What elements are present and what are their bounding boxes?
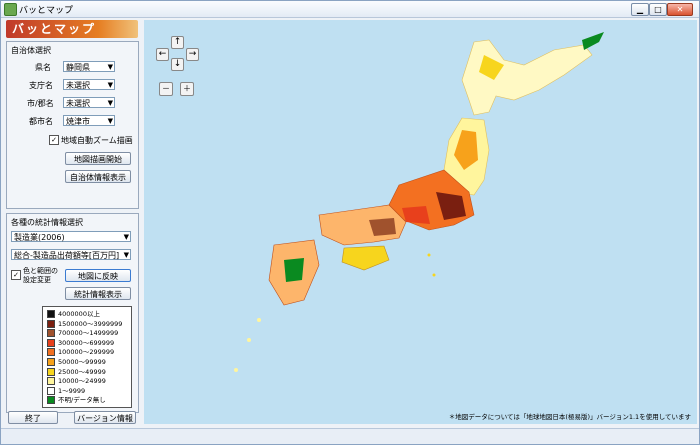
legend-swatch xyxy=(47,377,55,386)
title-bar: バッとマップ ▁ □ ✕ xyxy=(1,1,699,18)
legend-item: 50000～99999 xyxy=(47,358,106,367)
branch-value: 未選択 xyxy=(66,81,90,90)
legend-swatch xyxy=(47,338,55,347)
draw-map-button[interactable]: 地図描画開始 xyxy=(65,152,131,165)
region-shikoku xyxy=(341,245,390,271)
control-panel: バッとマップ 自治体選択 県名 静岡県 ▼ 支庁名 未選択 ▼ 市/郡名 未選択 ▼ … xyxy=(4,20,141,424)
town-label: 都市名 xyxy=(29,117,53,126)
legend-label: 25000～49999 xyxy=(58,367,106,376)
legend-label: 1500000～3999999 xyxy=(58,319,123,328)
city-value: 未選択 xyxy=(66,99,90,108)
legend-item: 10000～24999 xyxy=(47,377,106,386)
legend-swatch xyxy=(47,367,55,376)
chevron-down-icon: ▼ xyxy=(107,99,113,107)
island-4 xyxy=(427,253,431,257)
item-select[interactable]: 総合-製造品出荷額等[百万円] ▼ xyxy=(11,249,131,260)
map-data-note: ＊地図データについては「地球地図日本(極易版)」バージョン1.1を使用しています xyxy=(448,413,691,421)
legend-label: 50000～99999 xyxy=(58,358,106,366)
legend-label: 100000～299999 xyxy=(58,348,115,357)
japan-map xyxy=(234,32,604,372)
dataset-value: 製造業(2006) xyxy=(14,233,65,242)
prefecture-select[interactable]: 静岡県 ▼ xyxy=(63,61,115,72)
window-title: バッとマップ xyxy=(19,6,74,16)
legend-swatch xyxy=(47,310,55,318)
branch-select[interactable]: 未選択 ▼ xyxy=(63,79,115,90)
item-value: 総合-製造品出荷額等[百万円] xyxy=(14,251,120,260)
chevron-down-icon: ▼ xyxy=(107,81,113,89)
prefecture-label: 県名 xyxy=(35,63,51,72)
auto-zoom-checkbox[interactable]: ✓ xyxy=(49,135,59,145)
chevron-down-icon: ▼ xyxy=(107,63,113,71)
region-kyushu-nodata xyxy=(284,258,304,282)
legend-item: 不明/データ無し xyxy=(47,396,106,405)
legend-swatch xyxy=(47,358,55,366)
island-3 xyxy=(234,368,238,372)
status-bar xyxy=(1,428,699,444)
legend-item: 25000～49999 xyxy=(47,367,106,377)
chevron-down-icon: ▼ xyxy=(123,233,129,241)
municipality-group: 自治体選択 県名 静岡県 ▼ 支庁名 未選択 ▼ 市/郡名 未選択 ▼ 都市名 焼津市… xyxy=(6,41,139,209)
legend-label: 1～9999 xyxy=(58,386,86,395)
dataset-select[interactable]: 製造業(2006) ▼ xyxy=(11,231,131,242)
statistics-group-title: 各種の統計情報選択 xyxy=(11,218,83,227)
minimize-button[interactable]: ▁ xyxy=(631,3,649,16)
island-2 xyxy=(247,338,251,342)
city-select[interactable]: 未選択 ▼ xyxy=(63,97,115,108)
region-hokkaido xyxy=(461,39,593,116)
town-value: 焼津市 xyxy=(66,117,90,126)
legend-label: 4000000以上 xyxy=(58,310,100,318)
town-select[interactable]: 焼津市 ▼ xyxy=(63,115,115,126)
legend-label: 10000～24999 xyxy=(58,377,106,386)
maximize-button[interactable]: □ xyxy=(649,3,667,16)
legend-label: 700000～1499999 xyxy=(58,329,119,338)
map-reflect-button[interactable]: 地図に反映 xyxy=(65,269,131,282)
legend-swatch xyxy=(47,348,55,357)
legend-label: 300000～699999 xyxy=(58,338,115,347)
statistics-info-button[interactable]: 統計情報表示 xyxy=(65,287,131,300)
prefecture-value: 静岡県 xyxy=(66,63,90,72)
chevron-down-icon: ▼ xyxy=(107,117,113,125)
legend-item: 4000000以上 xyxy=(47,310,100,319)
legend-swatch xyxy=(47,319,55,328)
municipality-info-button[interactable]: 自治体情報表示 xyxy=(65,170,131,183)
region-tokai xyxy=(402,206,430,224)
branch-label: 支庁名 xyxy=(29,81,53,90)
exit-button[interactable]: 終了 xyxy=(8,411,58,424)
color-change-checkbox[interactable]: ✓ xyxy=(11,270,21,280)
island-1 xyxy=(257,318,261,322)
legend-swatch xyxy=(47,396,55,405)
city-label: 市/郡名 xyxy=(27,99,54,108)
color-change-label-2: 設定変更 xyxy=(23,276,51,284)
legend-label: 不明/データ無し xyxy=(58,396,106,405)
legend-item: 1500000～3999999 xyxy=(47,319,123,329)
legend-item: 100000～299999 xyxy=(47,348,114,357)
app-logo: バッとマップ xyxy=(6,20,138,38)
chevron-down-icon: ▼ xyxy=(123,251,129,259)
region-kuril xyxy=(582,32,604,50)
island-5 xyxy=(432,273,436,277)
legend-swatch xyxy=(47,329,55,338)
municipality-group-title: 自治体選択 xyxy=(11,46,51,55)
legend-item: 1～9999 xyxy=(47,386,86,396)
auto-zoom-label: 地域自動ズーム描画 xyxy=(61,136,133,145)
close-button[interactable]: ✕ xyxy=(667,3,693,16)
app-window: バッとマップ ▁ □ ✕ バッとマップ 自治体選択 県名 静岡県 ▼ 支庁名 未選… xyxy=(0,0,700,445)
legend-item: 700000～1499999 xyxy=(47,329,118,338)
legend-item: 300000～699999 xyxy=(47,338,115,348)
app-icon xyxy=(4,3,17,16)
version-button[interactable]: バージョン情報 xyxy=(74,411,136,424)
legend-swatch xyxy=(47,386,55,395)
legend: 4000000以上 1500000～3999999 700000～1499999 30… xyxy=(42,306,132,408)
map-view[interactable]: ↑ ← → ↓ － ＋ ＊地図データについては「地球地図日本(極易版)」バージョ… xyxy=(144,20,697,424)
